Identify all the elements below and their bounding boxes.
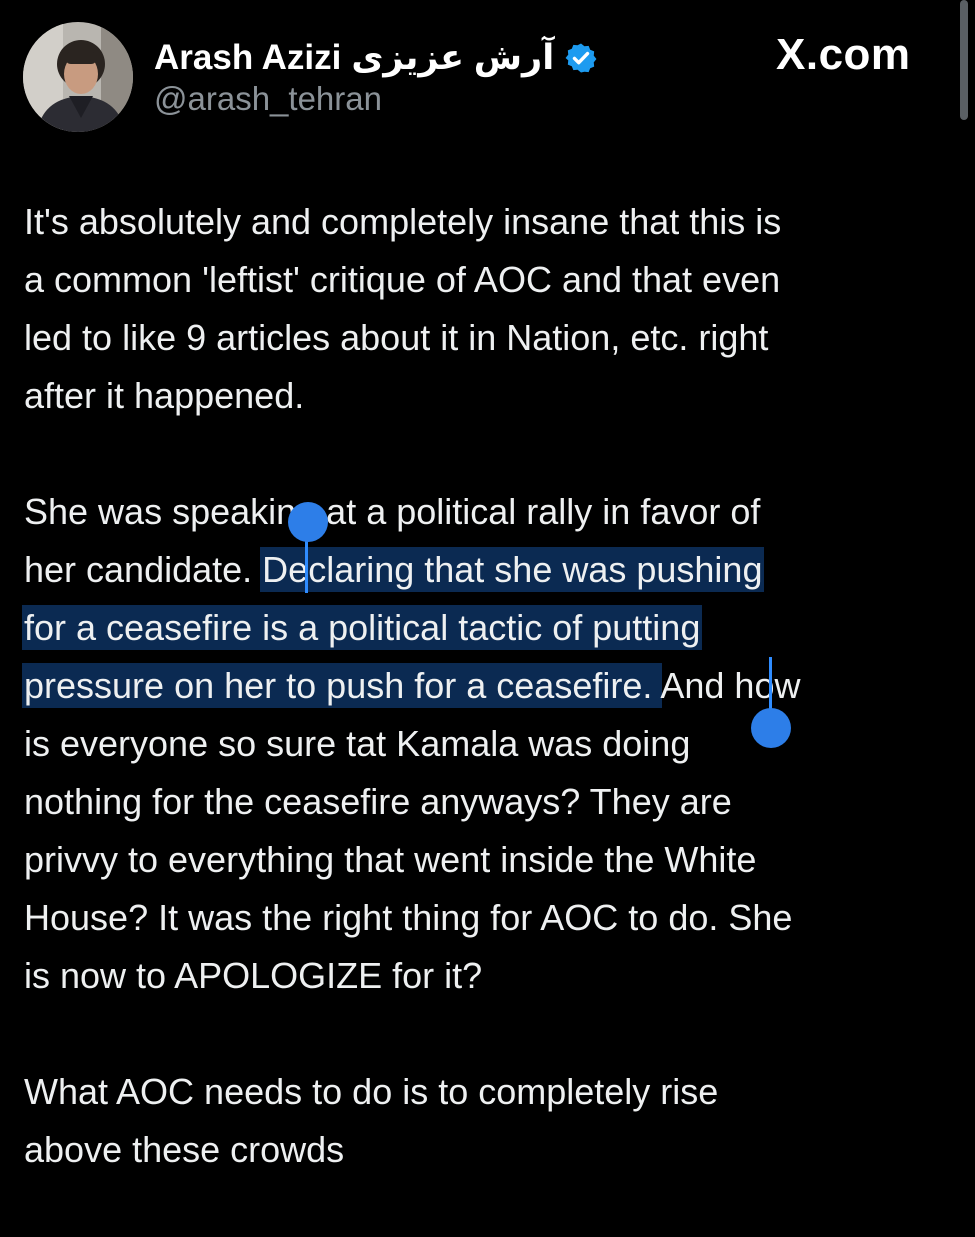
tweet-line: is now to APOLOGIZE for it? [24, 955, 483, 996]
tweet-line: pressure on her to push for a ceasefire.… [24, 657, 954, 715]
tweet-line: She was speaking at a political rally in… [24, 491, 761, 532]
tweet-paragraph: What AOC needs to do is to completely ri… [24, 1063, 954, 1179]
tweet-text[interactable]: It's absolutely and completely insane th… [24, 193, 954, 1237]
tweet-line: above these crowds [24, 1129, 345, 1170]
author-handle[interactable]: @arash_tehran [154, 80, 382, 118]
brand-logo: X.com [776, 30, 911, 79]
tweet-line: is everyone so sure tat Kamala was doing [24, 723, 691, 764]
selection-end-handle[interactable] [751, 708, 791, 748]
tweet-paragraph: It's absolutely and completely insane th… [24, 193, 954, 425]
tweet-line: What AOC needs to do is to completely ri… [24, 1071, 719, 1112]
scrollbar[interactable] [960, 0, 968, 120]
selection-start-handle[interactable] [288, 502, 328, 542]
avatar[interactable] [23, 22, 133, 132]
author-display-name-native[interactable]: آرش عزیزی [351, 38, 554, 78]
tweet-line: after it happened. [24, 375, 305, 416]
tweet-line: privvy to everything that went inside th… [24, 839, 757, 880]
tweet-line: House? It was the right thing for AOC to… [24, 897, 793, 938]
tweet-line: for a ceasefire is a political tactic of… [24, 599, 954, 657]
tweet-paragraph: She was speaking at a political rally in… [24, 483, 954, 1005]
tweet-text-fragment: her candidate. [24, 549, 263, 590]
selected-text: Declaring that she was pushing [262, 549, 763, 590]
tweet-line: It's absolutely and completely insane th… [24, 201, 782, 242]
selected-text: for a ceasefire is a political tactic of… [24, 607, 701, 648]
avatar-image [23, 22, 133, 132]
tweet-header: Arash Azizi آرش عزیزی @arash_tehran X.co… [0, 0, 975, 150]
tweet-line: led to like 9 articles about it in Natio… [24, 317, 769, 358]
selected-text: pressure on her to push for a ceasefire. [24, 665, 661, 706]
tweet-text-fragment: And how [660, 665, 801, 706]
tweet-line: a common 'leftist' critique of AOC and t… [24, 259, 781, 300]
tweet-line: nothing for the ceasefire anyways? They … [24, 781, 732, 822]
author-name-row: Arash Azizi آرش عزیزی [154, 34, 598, 82]
verified-badge-icon [565, 43, 597, 73]
author-display-name[interactable]: Arash Azizi [154, 38, 341, 78]
tweet-line: her candidate. Declaring that she was pu… [24, 541, 954, 599]
